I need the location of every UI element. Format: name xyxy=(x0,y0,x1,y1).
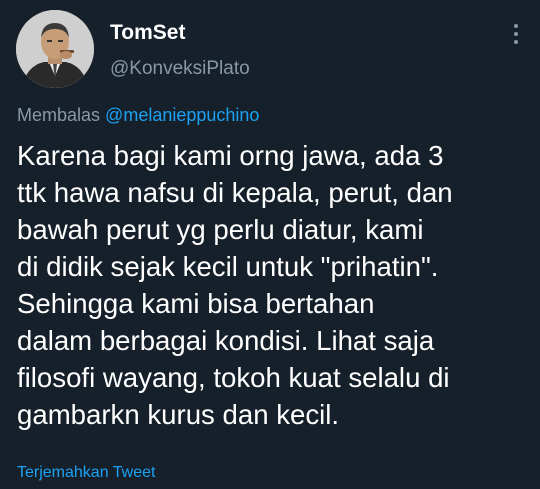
dot-icon xyxy=(514,24,518,28)
reply-context: Membalas @melanieppuchino xyxy=(17,105,259,126)
dot-icon xyxy=(514,32,518,36)
more-options-icon[interactable] xyxy=(506,22,526,46)
reply-mention-link[interactable]: @melanieppuchino xyxy=(105,105,259,125)
tweet-text-line: dalam berbagai kondisi. Lihat saja xyxy=(17,325,435,356)
avatar[interactable] xyxy=(16,10,94,88)
tweet-text-line: Sehingga kami bisa bertahan xyxy=(17,288,375,319)
translate-tweet-link[interactable]: Terjemahkan Tweet xyxy=(17,464,155,482)
dot-icon xyxy=(514,40,518,44)
reply-prefix: Membalas xyxy=(17,105,101,125)
tweet-text-line: Karena bagi kami orng jawa, ada 3 xyxy=(17,140,444,171)
tweet-text-line: ttk hawa nafsu di kepala, perut, dan xyxy=(17,177,453,208)
user-handle[interactable]: @KonveksiPlato xyxy=(110,58,250,80)
tweet-text-line: gambarkn kurus dan kecil. xyxy=(17,399,340,430)
tweet-text-line: di didik sejak kecil untuk "prihatin". xyxy=(17,251,439,282)
profile-photo-icon xyxy=(16,10,94,88)
tweet-text-line: bawah perut yg perlu diatur, kami xyxy=(17,214,424,245)
tweet: TomSet @KonveksiPlato Membalas @melaniep… xyxy=(0,0,540,489)
display-name[interactable]: TomSet xyxy=(110,21,185,45)
tweet-text-line: filosofi wayang, tokoh kuat selalu di xyxy=(17,362,450,393)
tweet-text: Karena bagi kami orng jawa, ada 3 ttk ha… xyxy=(17,137,532,433)
